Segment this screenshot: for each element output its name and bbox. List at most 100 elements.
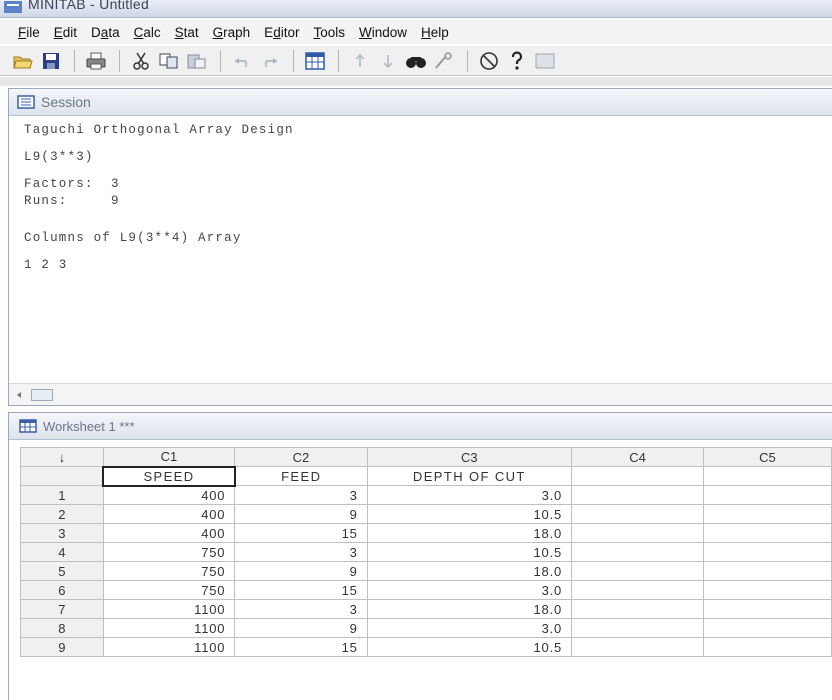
cell-c5[interactable]	[702, 542, 832, 562]
cell-c3[interactable]: 10.5	[366, 637, 573, 657]
scroll-thumb[interactable]	[31, 388, 53, 401]
cell-c5[interactable]	[702, 580, 832, 600]
column-id-c4[interactable]: C4	[571, 447, 704, 467]
cell-c2[interactable]: 15	[234, 637, 368, 657]
cell-c4[interactable]	[571, 637, 704, 657]
help-icon[interactable]	[504, 49, 530, 73]
find-icon[interactable]	[403, 49, 429, 73]
print-icon[interactable]	[83, 49, 109, 73]
cell-c2[interactable]: 3	[234, 485, 368, 505]
cell-c4[interactable]	[571, 523, 704, 543]
cell-c3[interactable]: 10.5	[366, 504, 573, 524]
cell-c1[interactable]: 400	[102, 523, 236, 543]
cell-c5[interactable]	[702, 637, 832, 657]
up-arrow-icon[interactable]	[347, 49, 373, 73]
column-name-c3[interactable]: DEPTH OF CUT	[366, 466, 573, 486]
column-id-c2[interactable]: C2	[234, 447, 368, 467]
menu-tools[interactable]: Tools	[313, 25, 345, 40]
cell-c1[interactable]: 1100	[102, 637, 236, 657]
row-number[interactable]: 7	[20, 599, 104, 619]
cell-c1[interactable]: 750	[102, 542, 236, 562]
cell-c3[interactable]: 3.0	[366, 485, 573, 505]
row-number[interactable]: 6	[20, 580, 104, 600]
menu-graph[interactable]: Graph	[213, 25, 251, 40]
cell-c4[interactable]	[571, 542, 704, 562]
session-title-bar[interactable]: Session	[9, 89, 832, 116]
column-id-c1[interactable]: C1	[102, 447, 236, 467]
cell-c2[interactable]: 9	[234, 561, 368, 581]
menu-help[interactable]: Help	[421, 25, 449, 40]
cell-c2[interactable]: 9	[234, 618, 368, 638]
redo-icon[interactable]	[257, 49, 283, 73]
worksheet-icon[interactable]	[302, 49, 328, 73]
cell-c5[interactable]	[702, 599, 832, 619]
cell-c4[interactable]	[571, 561, 704, 581]
row-number[interactable]: 2	[20, 504, 104, 524]
cell-c1[interactable]: 1100	[102, 599, 236, 619]
cell-c3[interactable]: 18.0	[366, 561, 573, 581]
cell-c3[interactable]: 10.5	[366, 542, 573, 562]
worksheet-grid: ↓ C1 C2 C3 C4 C5 SPEED FEED DEPTH OF CUT…	[20, 447, 832, 657]
cell-c1[interactable]: 400	[102, 504, 236, 524]
info-icon[interactable]	[532, 49, 558, 73]
session-blank-line	[24, 167, 832, 177]
column-id-c3[interactable]: C3	[366, 447, 573, 467]
paste-icon[interactable]	[184, 49, 210, 73]
menu-calc[interactable]: Calc	[134, 25, 161, 40]
cell-c4[interactable]	[571, 580, 704, 600]
cut-icon[interactable]	[128, 49, 154, 73]
cell-c5[interactable]	[702, 523, 832, 543]
cell-c3[interactable]: 18.0	[366, 523, 573, 543]
cell-c2[interactable]: 9	[234, 504, 368, 524]
row-number[interactable]: 5	[20, 561, 104, 581]
column-name-c5[interactable]	[702, 466, 832, 486]
cancel-icon[interactable]	[476, 49, 502, 73]
menu-window[interactable]: Window	[359, 25, 407, 40]
cell-c4[interactable]	[571, 618, 704, 638]
open-icon[interactable]	[10, 49, 36, 73]
cell-c2[interactable]: 3	[234, 542, 368, 562]
cell-c2[interactable]: 15	[234, 523, 368, 543]
menu-editor[interactable]: Editor	[264, 25, 299, 40]
cell-c4[interactable]	[571, 504, 704, 524]
cell-c3[interactable]: 3.0	[366, 580, 573, 600]
worksheet-title-bar[interactable]: Worksheet 1 ***	[9, 413, 832, 440]
cell-c2[interactable]: 15	[234, 580, 368, 600]
cell-c4[interactable]	[571, 599, 704, 619]
cell-c3[interactable]: 3.0	[366, 618, 573, 638]
row-number[interactable]: 9	[20, 637, 104, 657]
down-arrow-icon[interactable]	[375, 49, 401, 73]
column-name-c1[interactable]: SPEED	[102, 465, 236, 487]
session-window: Session Taguchi Orthogonal Array Design …	[8, 88, 832, 406]
cell-c1[interactable]: 1100	[102, 618, 236, 638]
data-direction-arrow[interactable]: ↓	[20, 447, 104, 467]
cell-c2[interactable]: 3	[234, 599, 368, 619]
row-number[interactable]: 3	[20, 523, 104, 543]
cell-c5[interactable]	[702, 485, 832, 505]
column-name-c4[interactable]	[571, 466, 704, 486]
row-number[interactable]: 4	[20, 542, 104, 562]
cell-c1[interactable]: 400	[102, 485, 236, 505]
column-name-c2[interactable]: FEED	[234, 466, 368, 486]
cell-c5[interactable]	[702, 504, 832, 524]
undo-icon[interactable]	[229, 49, 255, 73]
session-output[interactable]: Taguchi Orthogonal Array Design L9(3**3)…	[9, 117, 832, 381]
cell-c5[interactable]	[702, 618, 832, 638]
row-number[interactable]: 1	[20, 485, 104, 505]
cell-c1[interactable]: 750	[102, 561, 236, 581]
menu-data[interactable]: Data	[91, 25, 120, 40]
menu-stat[interactable]: Stat	[175, 25, 199, 40]
column-id-c5[interactable]: C5	[702, 447, 832, 467]
menu-edit[interactable]: Edit	[54, 25, 77, 40]
session-horizontal-scrollbar[interactable]	[9, 383, 832, 405]
cell-c5[interactable]	[702, 561, 832, 581]
scroll-left-icon[interactable]	[15, 391, 23, 399]
row-number[interactable]: 8	[20, 618, 104, 638]
cell-c1[interactable]: 750	[102, 580, 236, 600]
cell-c4[interactable]	[571, 485, 704, 505]
copy-icon[interactable]	[156, 49, 182, 73]
cell-c3[interactable]: 18.0	[366, 599, 573, 619]
save-icon[interactable]	[38, 49, 64, 73]
menu-file[interactable]: File	[18, 25, 40, 40]
find-replace-icon[interactable]	[431, 49, 457, 73]
